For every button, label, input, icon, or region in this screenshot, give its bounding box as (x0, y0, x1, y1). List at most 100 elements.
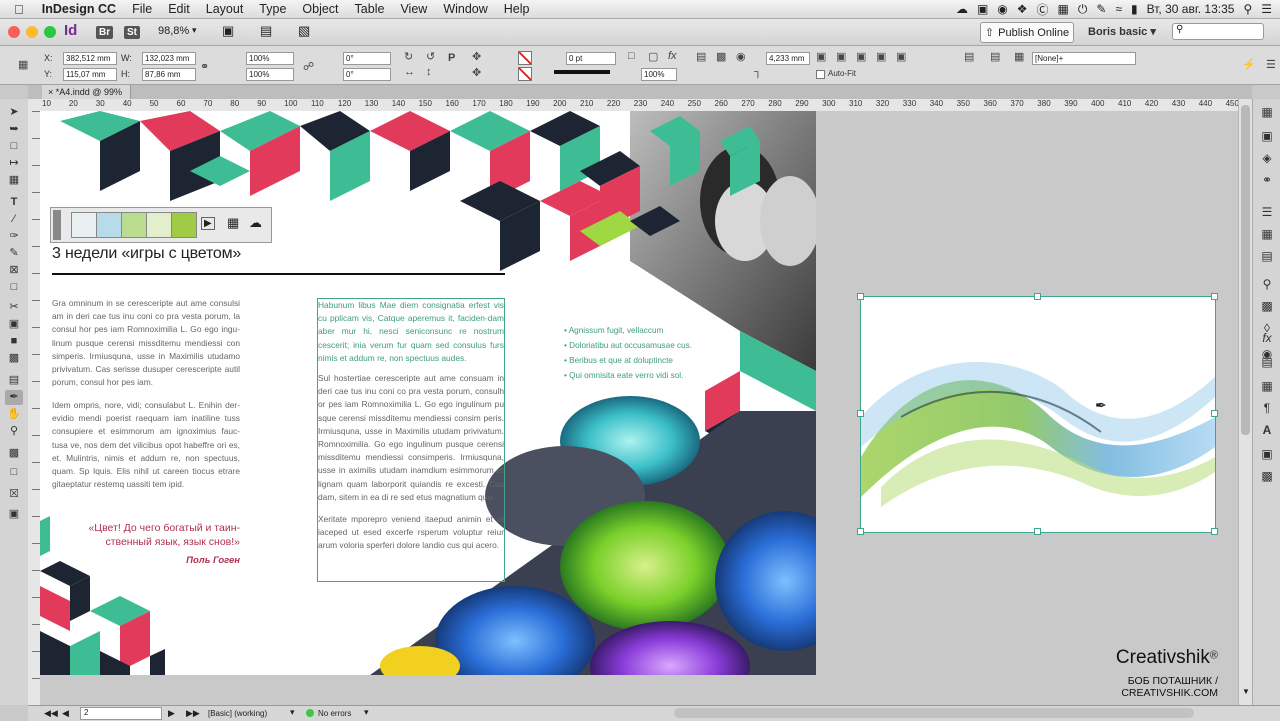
resize-handle[interactable] (1211, 293, 1218, 300)
gradient-feather-tool-icon[interactable]: ▩ (5, 351, 23, 366)
panel-menu-icon[interactable]: ☰ (1266, 58, 1276, 71)
scroll-thumb[interactable] (1241, 105, 1250, 435)
screen-icon[interactable]: ▣ (977, 2, 988, 16)
first-page-icon[interactable]: ◀◀ (44, 708, 58, 719)
swatch-4[interactable] (146, 212, 172, 238)
selection-tool-icon[interactable]: ➤ (5, 105, 23, 120)
pen-tool-icon[interactable]: ✑ (5, 229, 23, 244)
height-field[interactable]: 87,86 mm (142, 68, 196, 81)
preflight-profile[interactable]: [Basic] (working) (208, 709, 267, 718)
resize-handle[interactable] (1034, 528, 1041, 535)
opacity-field[interactable]: 100% (641, 68, 677, 81)
next-page-icon[interactable]: ▶ (168, 708, 175, 719)
pull-quote[interactable]: «Цвет! До чего богатый и таин-ственный я… (64, 521, 240, 549)
resize-handle[interactable] (857, 410, 864, 417)
workspace-switcher[interactable]: Boris basic ▾ (1088, 25, 1156, 38)
horizontal-scrollbar[interactable] (674, 708, 1194, 718)
menu-object[interactable]: Object (294, 2, 346, 16)
page-number-field[interactable]: 2 (80, 707, 162, 720)
flip-horizontal-icon[interactable]: ↔ (404, 66, 415, 78)
fill-stroke-icon[interactable]: ▩ (5, 446, 23, 461)
rectangle-tool-icon[interactable]: □ (5, 280, 23, 295)
eyedropper-tool-icon[interactable]: ✒ (5, 390, 23, 405)
text-wrap-shape-icon[interactable]: ◉ (736, 50, 746, 63)
publish-online-button[interactable]: ⇧ Publish Online (980, 22, 1074, 43)
constrain-proportions-icon[interactable]: ⚭ (200, 60, 209, 73)
quote-author[interactable]: Поль Гоген (64, 554, 240, 568)
creative-cloud-icon[interactable]: ☁ (956, 2, 968, 16)
paragraph-styles-icon[interactable]: ¶ (1259, 401, 1275, 415)
minimize-icon[interactable] (26, 26, 38, 38)
stroke-type-selector[interactable] (554, 70, 610, 74)
line-tool-icon[interactable]: ∕ (5, 212, 23, 227)
formatting-affects-icon[interactable]: □ (5, 465, 23, 480)
object-style-select[interactable]: [None]+ (1032, 52, 1136, 65)
hand-tool-icon[interactable]: ✋ (5, 407, 23, 422)
menu-window[interactable]: Window (435, 2, 495, 16)
last-page-icon[interactable]: ▶▶ (186, 708, 200, 719)
menu-help[interactable]: Help (496, 2, 538, 16)
menu-table[interactable]: Table (347, 2, 393, 16)
resize-handle[interactable] (1211, 410, 1218, 417)
gradient-swatch-tool-icon[interactable]: ■ (5, 334, 23, 349)
shear-field[interactable]: 0° (343, 68, 391, 81)
view-options-icon[interactable]: ▣ (222, 23, 234, 39)
swatch-1[interactable] (71, 212, 97, 238)
stock-button[interactable]: St (124, 26, 140, 39)
flip-vertical-icon[interactable]: ↕ (426, 66, 432, 78)
power-icon[interactable]: ⏻ (1078, 2, 1088, 17)
scale-x-field[interactable]: 100% (246, 52, 294, 65)
align-left-icon[interactable]: ▤ (964, 50, 974, 63)
zoom-window-icon[interactable] (44, 26, 56, 38)
swatches-panel-icon[interactable]: ▦ (1259, 227, 1275, 241)
column-2-paragraph-2[interactable]: Sul hostertiae ceresceripte aut ame cons… (318, 372, 504, 504)
document-tab[interactable]: × *A4.indd @ 99% (42, 85, 131, 99)
effects-icon[interactable]: fx (668, 50, 677, 62)
transform-panel-icon[interactable]: ▩ (1259, 469, 1275, 483)
width-field[interactable]: 132,023 mm (142, 52, 196, 65)
select-content-icon[interactable]: ✥ (472, 66, 481, 79)
resize-handle[interactable] (1034, 293, 1041, 300)
close-icon[interactable] (8, 26, 20, 38)
content-collector-icon[interactable]: ▦ (5, 173, 23, 188)
search-field[interactable]: ⚲ (1172, 23, 1264, 40)
resize-handle[interactable] (1211, 528, 1218, 535)
preflight-errors[interactable]: No errors (318, 709, 351, 718)
vertical-scrollbar[interactable]: ▼ (1238, 99, 1253, 705)
type-tool-icon[interactable]: T (5, 195, 23, 210)
pencil-tool-icon[interactable]: ✎ (5, 246, 23, 261)
page-tool-icon[interactable]: □ (5, 139, 23, 154)
chevron-down-icon[interactable]: ▾ (192, 25, 197, 36)
stroke-weight-field[interactable]: 0 pt (566, 52, 616, 65)
note-tool-icon[interactable]: ▤ (5, 373, 23, 388)
text-wrap-none-icon[interactable]: ▤ (696, 50, 706, 63)
menu-clock[interactable]: Вт, 30 авг. 13:35 (1147, 2, 1235, 16)
align-panel-icon[interactable]: ▤ (1259, 355, 1275, 369)
fill-swatch[interactable] (518, 51, 532, 65)
column-2-paragraph-1[interactable]: Habunum libus Mae diem consignatia erfes… (318, 299, 504, 365)
resize-handle[interactable] (857, 528, 864, 535)
color-panel-icon[interactable]: ▤ (1259, 249, 1275, 263)
menu-app-name[interactable]: InDesign CC (34, 2, 124, 16)
menu-edit[interactable]: Edit (160, 2, 198, 16)
brush-icon[interactable]: ✎ (1096, 2, 1106, 16)
corner-size-field[interactable]: 4,233 mm (766, 52, 810, 65)
chevron-down-icon[interactable]: ▾ (364, 707, 369, 718)
menu-file[interactable]: File (124, 2, 160, 16)
selected-text-frame[interactable]: Habunum libus Mae diem consignatia erfes… (317, 298, 505, 582)
cc-libraries-icon[interactable]: ▣ (1259, 129, 1275, 143)
swatch-bar-handle[interactable] (53, 210, 61, 240)
free-transform-tool-icon[interactable]: ▣ (5, 317, 23, 332)
gradient-panel-icon[interactable]: ⚲ (1259, 277, 1275, 291)
column-1-paragraph-1[interactable]: Gra omninum in se cerescerip​te aut ame … (52, 297, 240, 389)
search-icon[interactable]: ⚲ (1243, 2, 1252, 16)
page-heading[interactable]: 3 недели «игры с цветом» (52, 245, 241, 263)
add-swatches-icon[interactable]: ▦ (227, 215, 239, 231)
direct-selection-tool-icon[interactable]: ➥ (5, 122, 23, 137)
fit-frame-content-icon[interactable]: ▣ (836, 50, 846, 63)
color-theme-icon[interactable]: ▩ (1259, 299, 1275, 313)
bullet-item[interactable]: • Beribus et que at doluptincte (564, 353, 692, 368)
scissors-tool-icon[interactable]: ✂ (5, 300, 23, 315)
list-icon[interactable]: ☰ (1261, 2, 1272, 16)
bullet-item[interactable]: • Agnissum fugit, vellaccum (564, 323, 692, 338)
